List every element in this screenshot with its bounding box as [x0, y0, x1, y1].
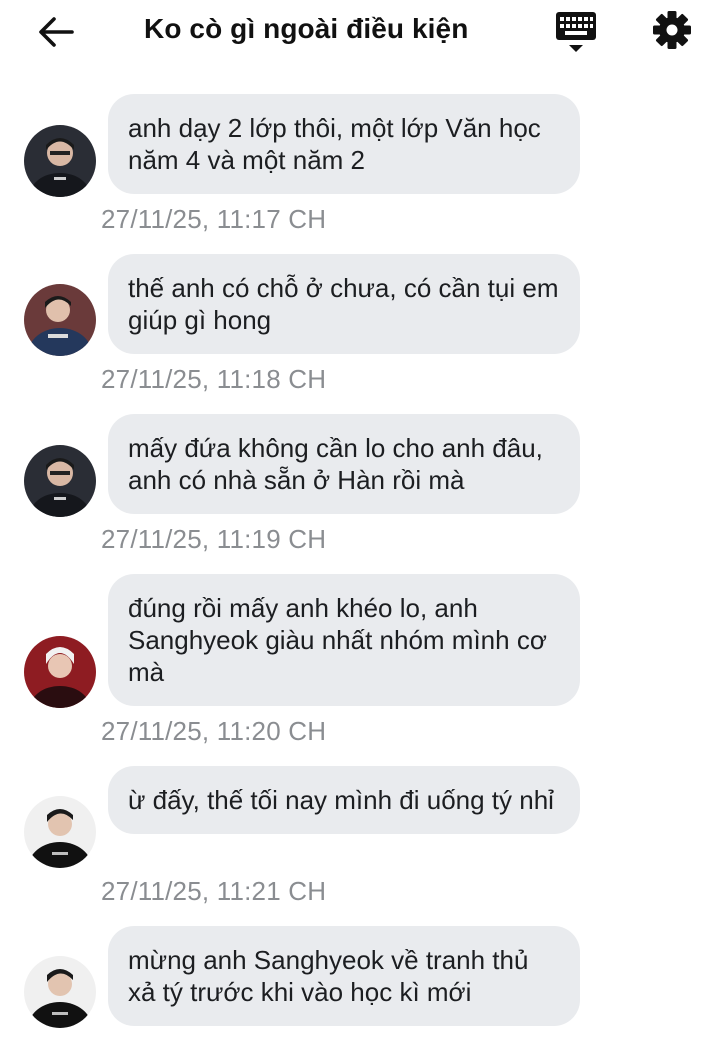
gear-icon — [653, 11, 691, 49]
message-timestamp: 27/11/25, 11:17 CH — [101, 204, 327, 234]
avatar[interactable] — [24, 796, 96, 868]
message-bubble: anh dạy 2 lớp thôi, một lớp Văn học năm … — [108, 94, 580, 194]
message-bubble: ừ đấy, thế tối nay mình đi uống tý nhỉ — [108, 766, 580, 834]
avatar[interactable] — [24, 125, 96, 197]
chat-header: Ko cò gì ngoài điều kiện — [0, 0, 720, 64]
avatar-image — [24, 796, 96, 868]
message-timestamp: 27/11/25, 11:21 CH — [101, 876, 327, 906]
back-button[interactable] — [34, 10, 78, 54]
message-bubble: mừng anh Sanghyeok về tranh thủ xả tý tr… — [108, 926, 580, 1026]
settings-button[interactable] — [648, 6, 696, 54]
message-bubble: đúng rồi mấy anh khéo lo, anh Sanghyeok … — [108, 574, 580, 706]
avatar[interactable] — [24, 445, 96, 517]
message-timestamp: 27/11/25, 11:19 CH — [101, 524, 327, 554]
message-timestamp: 27/11/25, 11:18 CH — [101, 364, 327, 394]
keyboard-button[interactable] — [552, 8, 600, 56]
avatar-image — [24, 636, 96, 708]
avatar[interactable] — [24, 284, 96, 356]
avatar[interactable] — [24, 956, 96, 1028]
avatar[interactable] — [24, 636, 96, 708]
arrow-left-icon — [39, 17, 74, 47]
avatar-image — [24, 445, 96, 517]
keyboard-icon — [556, 12, 596, 52]
avatar-image — [24, 125, 96, 197]
message-bubble: thế anh có chỗ ở chưa, có cần tụi em giú… — [108, 254, 580, 354]
chat-title: Ko cò gì ngoài điều kiện — [144, 13, 469, 44]
avatar-image — [24, 956, 96, 1028]
message-timestamp: 27/11/25, 11:20 CH — [101, 716, 327, 746]
message-bubble: mấy đứa không cần lo cho anh đâu, anh có… — [108, 414, 580, 514]
avatar-image — [24, 284, 96, 356]
